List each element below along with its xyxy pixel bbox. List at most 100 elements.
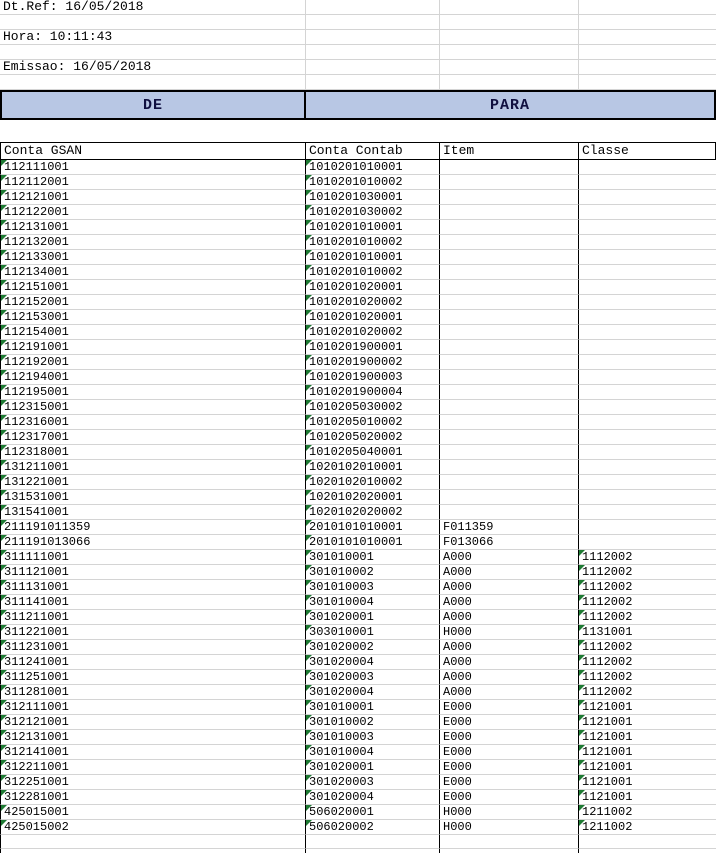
table-cell[interactable] [579,385,716,400]
table-cell[interactable] [579,475,716,490]
table-cell[interactable]: 112121001 [0,190,306,205]
table-cell[interactable]: 1020102010001 [306,460,440,475]
table-cell[interactable]: 311211001 [0,610,306,625]
table-cell[interactable] [579,220,716,235]
table-cell[interactable]: 303010001 [306,625,440,640]
table-cell[interactable] [579,535,716,550]
empty-cell[interactable] [579,0,716,15]
table-cell[interactable]: 312211001 [0,760,306,775]
table-cell[interactable]: 1010201010001 [306,250,440,265]
table-cell[interactable] [440,340,579,355]
table-cell[interactable]: 1112002 [579,550,716,565]
table-cell[interactable]: 112152001 [0,295,306,310]
table-cell[interactable]: 2010101010001 [306,520,440,535]
empty-cell[interactable] [579,45,716,60]
table-cell[interactable]: 1020102010002 [306,475,440,490]
table-cell[interactable]: 112132001 [0,235,306,250]
table-cell[interactable]: 301010004 [306,595,440,610]
table-cell[interactable] [579,310,716,325]
table-cell[interactable] [440,280,579,295]
table-cell[interactable] [579,460,716,475]
empty-cell[interactable] [579,15,716,30]
table-cell[interactable] [440,400,579,415]
empty-cell[interactable] [306,60,440,75]
table-cell[interactable]: E000 [440,730,579,745]
table-cell[interactable] [579,445,716,460]
table-cell[interactable]: 131541001 [0,505,306,520]
table-cell[interactable]: E000 [440,760,579,775]
hora-cell[interactable]: Hora: 10:11:43 [0,30,306,45]
table-cell[interactable]: E000 [440,700,579,715]
empty-cell[interactable] [0,45,306,60]
table-cell[interactable] [440,250,579,265]
para-section-header[interactable]: PARA [306,90,716,120]
table-cell[interactable]: 1112002 [579,595,716,610]
table-cell[interactable]: A000 [440,580,579,595]
table-cell[interactable]: 425015001 [0,805,306,820]
table-cell[interactable]: 131221001 [0,475,306,490]
emissao-cell[interactable]: Emissao: 16/05/2018 [0,60,306,75]
table-cell[interactable]: 112131001 [0,220,306,235]
table-cell[interactable] [579,295,716,310]
table-cell[interactable]: 1010201020002 [306,325,440,340]
table-cell[interactable] [440,475,579,490]
table-cell[interactable]: A000 [440,595,579,610]
table-cell[interactable]: 506020001 [306,805,440,820]
table-cell[interactable]: 112133001 [0,250,306,265]
table-cell[interactable]: 312121001 [0,715,306,730]
table-cell[interactable]: 1020102020001 [306,490,440,505]
table-cell[interactable]: 301020002 [306,640,440,655]
table-cell[interactable] [440,265,579,280]
table-cell[interactable]: 1121001 [579,730,716,745]
table-cell[interactable]: A000 [440,655,579,670]
table-cell[interactable]: 301020001 [306,610,440,625]
empty-cell[interactable] [579,835,716,849]
table-cell[interactable]: 112153001 [0,310,306,325]
table-cell[interactable]: 301020004 [306,655,440,670]
empty-cell[interactable] [306,75,440,90]
table-cell[interactable]: 1010201010002 [306,235,440,250]
table-cell[interactable]: A000 [440,670,579,685]
table-cell[interactable]: 312141001 [0,745,306,760]
table-cell[interactable]: 1010205010002 [306,415,440,430]
table-cell[interactable]: H000 [440,625,579,640]
table-cell[interactable]: 211191013066 [0,535,306,550]
table-cell[interactable]: 301020003 [306,670,440,685]
table-cell[interactable]: 112112001 [0,175,306,190]
table-cell[interactable]: 1010201030001 [306,190,440,205]
table-cell[interactable]: 1121001 [579,760,716,775]
table-cell[interactable]: E000 [440,745,579,760]
table-cell[interactable]: 112111001 [0,160,306,175]
table-cell[interactable]: 1010201020001 [306,310,440,325]
column-header-classe[interactable]: Classe [579,143,716,159]
table-cell[interactable]: 1010205020002 [306,430,440,445]
table-cell[interactable]: 311251001 [0,670,306,685]
de-section-header[interactable]: DE [0,90,306,120]
table-cell[interactable]: E000 [440,715,579,730]
table-cell[interactable]: 1010201010001 [306,160,440,175]
table-cell[interactable]: 301010002 [306,715,440,730]
empty-cell[interactable] [0,75,306,90]
table-cell[interactable] [579,280,716,295]
table-cell[interactable] [579,430,716,445]
empty-cell[interactable] [440,45,579,60]
table-cell[interactable] [440,370,579,385]
table-cell[interactable]: 1010201900002 [306,355,440,370]
table-cell[interactable]: 311111001 [0,550,306,565]
table-cell[interactable] [440,310,579,325]
table-cell[interactable]: 2010101010001 [306,535,440,550]
table-cell[interactable]: H000 [440,805,579,820]
table-cell[interactable]: 112191001 [0,340,306,355]
table-cell[interactable]: A000 [440,685,579,700]
table-cell[interactable] [579,400,716,415]
table-cell[interactable] [579,160,716,175]
table-cell[interactable] [440,295,579,310]
table-cell[interactable]: 112134001 [0,265,306,280]
table-cell[interactable]: 112317001 [0,430,306,445]
table-cell[interactable] [440,175,579,190]
table-cell[interactable] [440,325,579,340]
empty-cell[interactable] [306,30,440,45]
table-cell[interactable]: 112151001 [0,280,306,295]
table-cell[interactable]: A000 [440,565,579,580]
table-cell[interactable] [440,490,579,505]
